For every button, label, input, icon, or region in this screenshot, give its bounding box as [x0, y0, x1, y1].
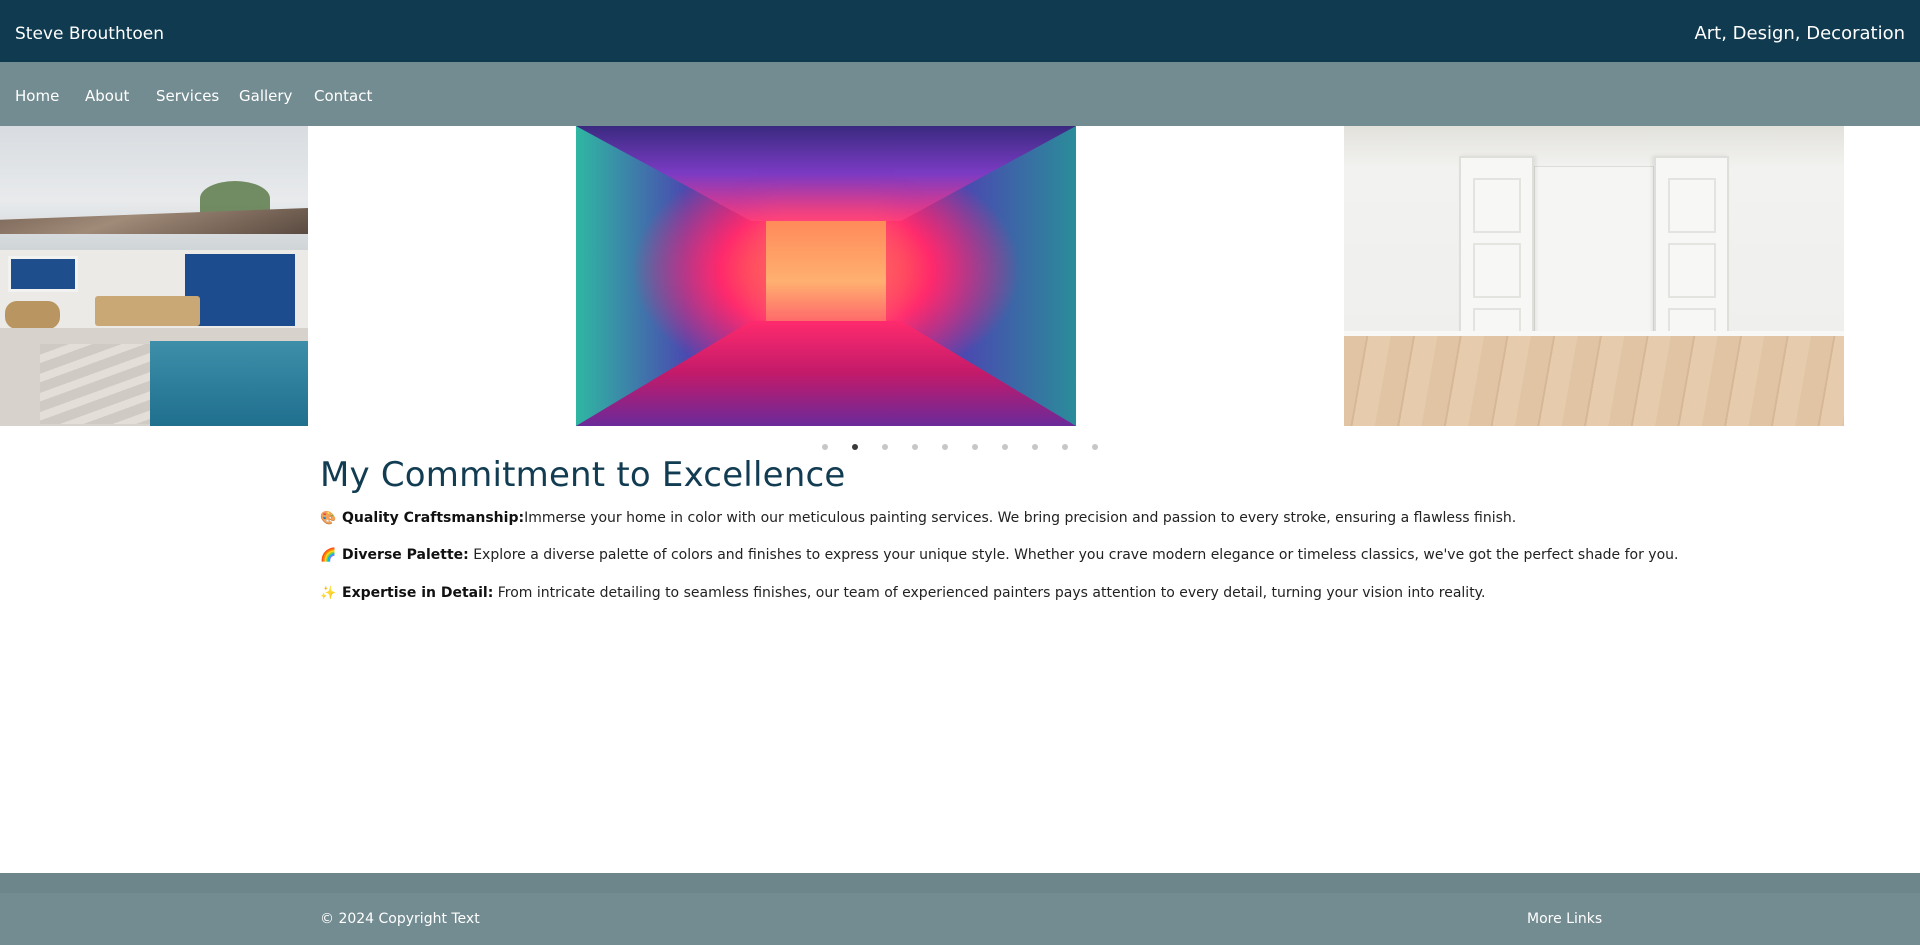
carousel-dot[interactable] — [822, 444, 828, 450]
main-content: My Commitment to Excellence 🎨 Quality Cra… — [320, 455, 1678, 601]
carousel-dot[interactable] — [1032, 444, 1038, 450]
door-panel — [1473, 243, 1521, 298]
site-tagline: Art, Design, Decoration — [1694, 23, 1905, 44]
slide-steps — [40, 344, 150, 424]
slide-doorway — [1534, 166, 1654, 341]
main-nav: Home About Services Gallery Contact — [0, 62, 1920, 126]
door-panel — [1668, 178, 1716, 233]
door-panel — [1668, 243, 1716, 298]
carousel-slide-empty-room[interactable] — [1344, 126, 1844, 426]
carousel-slide-pool-patio[interactable] — [0, 126, 308, 426]
nav-link-gallery[interactable]: Gallery — [239, 86, 292, 106]
carousel-dot[interactable] — [1002, 444, 1008, 450]
feature-title: Expertise in Detail: — [342, 585, 494, 601]
slide-blue-door — [185, 254, 295, 326]
slide-corridor-end-light — [766, 221, 886, 321]
page-heading: My Commitment to Excellence — [320, 455, 846, 495]
slide-pool-water — [150, 341, 308, 426]
carousel-dot[interactable] — [852, 444, 858, 450]
slide-wood-floor — [1344, 336, 1844, 426]
carousel-slide-neon-corridor[interactable] — [576, 126, 1076, 426]
palette-icon: 🎨 — [320, 511, 337, 526]
footer-top-strip — [0, 873, 1920, 893]
image-carousel[interactable] — [0, 126, 1920, 426]
carousel-dot[interactable] — [972, 444, 978, 450]
nav-link-services[interactable]: Services — [156, 86, 219, 106]
slide-blue-window — [8, 256, 78, 292]
feature-expertise-detail: ✨ Expertise in Detail: From intricate det… — [320, 583, 1485, 604]
nav-link-about[interactable]: About — [85, 86, 129, 106]
feature-text: Immerse your home in color with our meti… — [524, 510, 1517, 526]
nav-link-home[interactable]: Home — [15, 86, 59, 106]
carousel-dot[interactable] — [1062, 444, 1068, 450]
feature-diverse-palette: 🌈 Diverse Palette: Explore a diverse pale… — [320, 545, 1678, 566]
feature-quality-craftsmanship: 🎨 Quality Craftsmanship:Immerse your home… — [320, 508, 1516, 529]
rainbow-icon: 🌈 — [320, 548, 337, 563]
sparkles-icon: ✨ — [320, 586, 337, 601]
door-panel — [1473, 178, 1521, 233]
site-brand[interactable]: Steve Brouthtoen — [15, 23, 164, 45]
carousel-dot[interactable] — [912, 444, 918, 450]
carousel-dot[interactable] — [942, 444, 948, 450]
top-header: Steve Brouthtoen Art, Design, Decoration — [0, 0, 1920, 62]
feature-text: Explore a diverse palette of colors and … — [468, 547, 1679, 563]
feature-title: Quality Craftsmanship: — [342, 510, 525, 526]
slide-corridor-floor — [576, 321, 1076, 426]
site-footer: © 2024 Copyright Text More Links — [0, 873, 1920, 945]
slide-corridor-ceiling — [576, 126, 1076, 221]
feature-text: From intricate detailing to seamless fin… — [493, 585, 1486, 601]
nav-link-contact[interactable]: Contact — [314, 86, 372, 106]
slide-wicker-chair — [5, 301, 60, 329]
slide-bench — [95, 296, 200, 326]
carousel-dot[interactable] — [1092, 444, 1098, 450]
copyright-text: © 2024 Copyright Text — [320, 911, 480, 927]
carousel-dot[interactable] — [882, 444, 888, 450]
carousel-dots — [0, 441, 1920, 453]
feature-title: Diverse Palette: — [342, 547, 469, 563]
more-links-link[interactable]: More Links — [1527, 909, 1602, 929]
